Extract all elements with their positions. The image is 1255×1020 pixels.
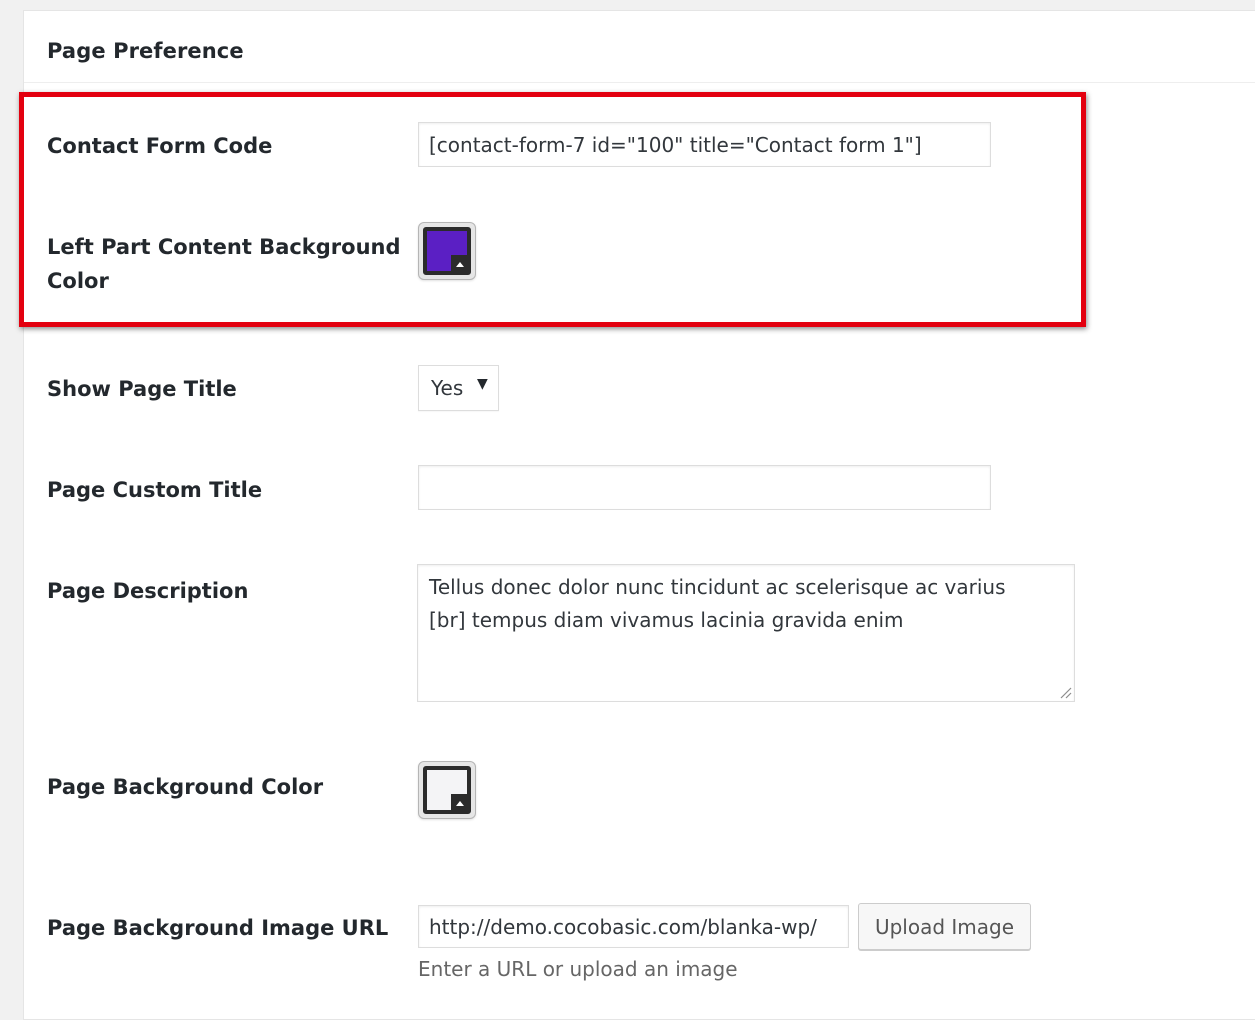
page-bg-image-url-hint: Enter a URL or upload an image — [418, 957, 738, 981]
page-bg-color-label: Page Background Color — [47, 775, 324, 799]
page-bg-image-url-input[interactable] — [418, 905, 849, 948]
show-page-title-selected: Yes — [431, 376, 464, 400]
page-description-label: Page Description — [47, 579, 249, 603]
page-description-line1: Tellus donec dolor nunc tincidunt ac sce… — [429, 575, 1006, 599]
page-custom-title-label: Page Custom Title — [47, 478, 263, 502]
page-description-line2: [br] tempus diam vivamus lacinia gravida… — [429, 608, 904, 632]
show-page-title-select[interactable]: Yes ▼ — [418, 365, 499, 411]
resize-grip-icon[interactable] — [1058, 685, 1072, 699]
panel-title: Page Preference — [47, 39, 244, 63]
caret-up-icon — [456, 801, 464, 806]
page-bg-color-picker[interactable] — [418, 761, 476, 819]
left-part-bg-color-label-line2: Color — [47, 269, 109, 293]
color-picker-corner — [451, 794, 467, 810]
page-custom-title-input[interactable] — [418, 465, 991, 510]
caret-down-icon: ▼ — [477, 376, 488, 392]
color-picker-icon — [423, 227, 471, 275]
panel-header: Page Preference — [24, 11, 1255, 83]
color-picker-icon — [423, 766, 471, 814]
left-part-bg-color-label-line1: Left Part Content Background — [47, 235, 401, 259]
upload-image-button[interactable]: Upload Image — [858, 903, 1031, 950]
left-part-bg-color-label: Left Part Content Background Color — [47, 230, 401, 298]
contact-form-code-label: Contact Form Code — [47, 134, 273, 158]
color-picker-corner — [451, 255, 467, 271]
caret-up-icon — [456, 262, 464, 267]
page-description-textarea[interactable]: Tellus donec dolor nunc tincidunt ac sce… — [417, 564, 1075, 702]
show-page-title-label: Show Page Title — [47, 377, 237, 401]
left-part-bg-color-picker[interactable] — [418, 222, 476, 280]
page-bg-image-url-label: Page Background Image URL — [47, 916, 389, 940]
contact-form-code-input[interactable] — [418, 122, 991, 167]
